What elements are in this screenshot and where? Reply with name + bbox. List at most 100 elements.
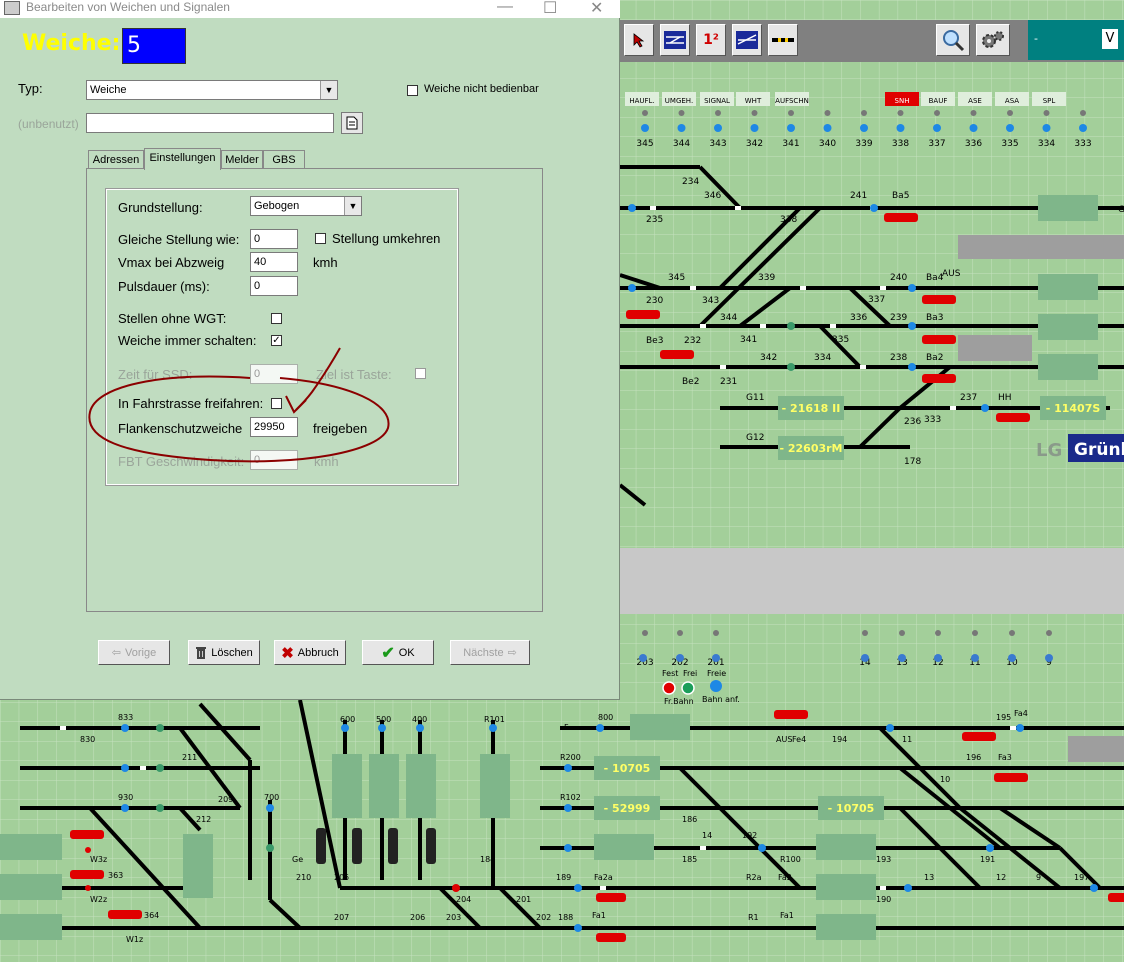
arrow-left-icon: ⇦ xyxy=(111,647,121,659)
track-label: Ge xyxy=(292,855,303,864)
indicator-lamp xyxy=(788,110,794,116)
button-lamp[interactable] xyxy=(1042,124,1051,132)
track-label: 240 xyxy=(890,273,907,283)
top-number: 341 xyxy=(782,139,799,149)
without-wgt-label: Stellen ohne WGT: xyxy=(118,311,227,326)
track-label: 339 xyxy=(758,273,775,283)
track-label: Ba2 xyxy=(926,353,943,363)
tab-melder[interactable]: Melder xyxy=(221,150,263,168)
layout-selector[interactable]: - V xyxy=(1028,20,1124,60)
track-label: R102 xyxy=(560,793,581,802)
track-label: G xyxy=(1118,205,1124,215)
button-lamp[interactable] xyxy=(677,124,686,132)
vmax-unit: kmh xyxy=(313,255,338,270)
default-position-value: Gebogen xyxy=(254,200,300,212)
button-lamp[interactable] xyxy=(969,124,978,132)
ssd-time-label: Zeit für SSD: xyxy=(118,367,193,382)
button-lamp[interactable] xyxy=(1006,124,1014,132)
invert-position-checkbox[interactable] xyxy=(315,233,326,244)
same-position-label: Gleiche Stellung wie: xyxy=(118,232,240,247)
target-key-checkbox[interactable] xyxy=(415,368,426,379)
track-label: 202 xyxy=(536,913,551,922)
switch-number-field[interactable]: 5 xyxy=(122,28,186,64)
track-label: 11 xyxy=(902,735,912,744)
previous-label: Vorige xyxy=(125,646,157,659)
button-lamp[interactable] xyxy=(933,124,941,132)
track-label: 232 xyxy=(684,336,701,346)
track-label: 333 xyxy=(924,415,941,425)
chevron-down-icon[interactable]: ▼ xyxy=(344,197,361,215)
track-label: 178 xyxy=(904,457,921,467)
button-lamp[interactable] xyxy=(714,124,722,132)
button-lamp[interactable] xyxy=(1079,124,1087,132)
button-lamp[interactable] xyxy=(750,124,759,132)
not-operable-label: Weiche nicht bedienbar xyxy=(424,83,539,95)
line-icon[interactable] xyxy=(768,24,798,56)
ok-button[interactable]: ✔ OK xyxy=(362,640,434,665)
type-select[interactable]: Weiche ▼ xyxy=(86,80,338,100)
top-label: UMGEH. xyxy=(665,97,693,105)
tab-adressen[interactable]: Adressen xyxy=(88,150,144,168)
signal-edit-icon[interactable] xyxy=(732,24,762,56)
default-position-select[interactable]: Gebogen ▼ xyxy=(250,196,362,216)
cursor-icon[interactable] xyxy=(624,24,654,56)
ssd-time-input[interactable]: 0 xyxy=(250,364,298,384)
same-position-input[interactable]: 0 xyxy=(250,229,298,249)
track-label: 231 xyxy=(720,377,737,387)
document-icon[interactable] xyxy=(341,112,363,134)
track-label: 236 xyxy=(904,417,921,427)
minimize-icon[interactable]: — xyxy=(497,0,513,16)
not-operable-checkbox[interactable] xyxy=(407,85,418,96)
button-lamp[interactable] xyxy=(896,124,905,132)
track-label: Fa1 xyxy=(780,911,794,920)
track-label: 600 xyxy=(340,715,355,724)
previous-button[interactable]: ⇦ Vorige xyxy=(98,640,170,665)
indicator-lamp xyxy=(970,110,977,116)
flank-protection-input[interactable]: 29950 xyxy=(250,417,298,437)
button-lamp[interactable] xyxy=(787,124,795,132)
top-number: 345 xyxy=(636,139,653,149)
track-label: 700 xyxy=(264,793,279,802)
button-lamp[interactable] xyxy=(823,124,832,132)
close-icon[interactable]: ✕ xyxy=(590,0,603,18)
number-icon[interactable]: 1² xyxy=(696,24,726,56)
cancel-button[interactable]: ✖ Abbruch xyxy=(274,640,346,665)
vmax-label: Vmax bei Abzweig xyxy=(118,255,225,270)
settings-icon[interactable] xyxy=(976,24,1010,56)
track-label: 207 xyxy=(334,913,349,922)
route-release-checkbox[interactable] xyxy=(271,398,282,409)
x-icon: ✖ xyxy=(281,644,294,662)
track-label: HH xyxy=(998,393,1012,403)
dialog-titlebar[interactable]: Bearbeiten von Weichen und Signalen — ☐ … xyxy=(0,0,620,18)
button-lamp[interactable] xyxy=(641,124,649,132)
track-label: R2a xyxy=(746,873,762,882)
track-label: R1 xyxy=(748,913,759,922)
track-label: 930 xyxy=(118,793,133,802)
next-button[interactable]: Nächste ⇨ xyxy=(450,640,530,665)
delete-button[interactable]: Löschen xyxy=(188,640,260,665)
track-edit-icon[interactable] xyxy=(660,24,690,56)
button-lamp[interactable] xyxy=(860,124,868,132)
pulse-duration-input[interactable]: 0 xyxy=(250,276,298,296)
track-label: 189 xyxy=(556,873,571,882)
unused-field[interactable] xyxy=(86,113,334,133)
zoom-icon[interactable] xyxy=(936,24,970,56)
indicator-lamp xyxy=(677,630,683,636)
fbt-speed-input[interactable]: 0 xyxy=(250,450,298,470)
fbt-speed-unit: kmh xyxy=(314,454,339,469)
top-label: ASE xyxy=(968,97,982,105)
track-label: 363 xyxy=(108,871,123,880)
indicator-lamp xyxy=(1046,630,1052,636)
vmax-input[interactable]: 40 xyxy=(250,252,298,272)
always-switch-checkbox[interactable]: ✓ xyxy=(271,335,282,346)
tab-einstellungen[interactable]: Einstellungen xyxy=(144,148,221,170)
maximize-icon[interactable]: ☐ xyxy=(543,0,557,18)
route-release-label: In Fahrstrasse freifahren: xyxy=(118,396,264,411)
tab-gbs[interactable]: GBS xyxy=(263,150,305,168)
vmax-value: 40 xyxy=(254,256,267,268)
without-wgt-checkbox[interactable] xyxy=(271,313,282,324)
selector-dropdown[interactable]: V xyxy=(1102,29,1118,49)
track-label: 345 xyxy=(668,273,685,283)
chevron-down-icon[interactable]: ▼ xyxy=(320,81,337,99)
train-number: - 52999 xyxy=(604,802,651,815)
